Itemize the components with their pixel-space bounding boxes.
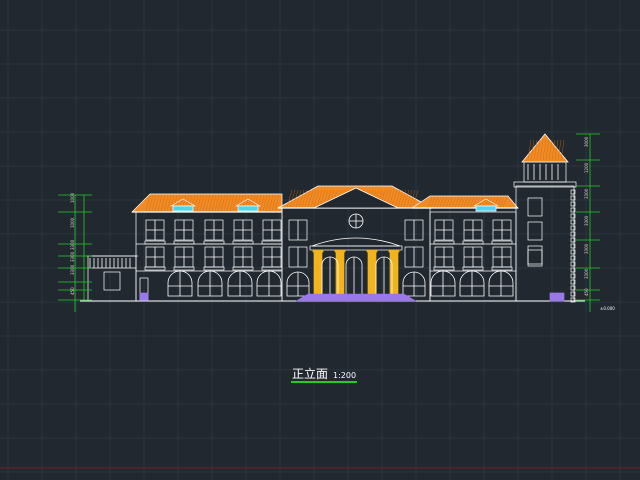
left-dimension-label: 450 [70,287,75,295]
tower-quoin [570,243,576,249]
tower-window-4 [527,249,543,267]
column-capital [334,249,346,253]
dormer-3-window [475,205,497,212]
tower-quoin [570,267,576,273]
right-dimension-label: 450 [584,288,589,296]
tower-quoin [570,273,576,279]
building-elevation [80,133,585,303]
annex-window [103,271,121,291]
tower-quoin [570,291,576,297]
portico-arch [311,237,401,247]
portico-column-3 [367,249,377,297]
tower-quoin [570,219,576,225]
right-wing-col3-sill3 [491,240,513,245]
dormer-1-window [172,205,194,212]
dimension-lines: 1000100033003300330045030001200330033003… [58,133,600,312]
tower-quoin [570,189,576,195]
title-underline [291,381,357,383]
left-wing-roof [131,193,283,213]
portico-column-1 [313,249,323,297]
left-dimension-label: 3300 [70,251,75,262]
left-wing-wall [135,211,283,302]
tower-belvedere [523,161,567,183]
right-wing-col1-sill3 [433,240,455,245]
left-dimension-label: 1000 [70,192,75,203]
left-dimension-label: 3300 [70,239,75,250]
left-dimension-label: 3300 [70,264,75,275]
drawing-title: 正立面 [292,366,328,381]
tower-quoin [570,279,576,285]
entrance-steps [295,293,417,302]
left-wing-col1-sill3 [144,240,166,245]
elevation-drawing: 1000100033003300330045030001200330033003… [0,0,640,480]
tower-wall [515,185,575,302]
tower-window-2 [527,221,543,241]
level-marker-label: ±0.000 [600,306,615,311]
column-capital [366,249,378,253]
tower-quoin [570,237,576,243]
right-dimension-label: 3300 [584,188,589,199]
right-dimension-label: 3300 [584,268,589,279]
portico-column-4 [389,249,399,297]
tower-quoin [570,285,576,291]
left-dimension-label: 1000 [70,217,75,228]
tower-window-1 [527,197,543,217]
right-dimension-label: 3300 [584,243,589,254]
tower-window-3 [527,245,543,265]
drawing-title-block: 正立面 1:200 [291,366,357,383]
right-dimension-label: 3300 [584,215,589,226]
left-wing-col2-sill3 [173,240,195,245]
tower-quoin [570,201,576,207]
tower-quoin [570,213,576,219]
portico-column-2 [335,249,345,297]
tower-quoin [570,207,576,213]
tower-quoin [570,225,576,231]
left-annex-wall [87,255,137,302]
left-wing-col3-sill3 [203,240,225,245]
background-grid [0,0,640,480]
portico-entablature [309,245,403,251]
left-wing-col4-sill3 [232,240,254,245]
tower-quoin [570,255,576,261]
tower-quoin [570,195,576,201]
tower-quoin [570,261,576,267]
annex-base-step [139,292,149,302]
dormer-2-window [237,205,259,212]
right-wing-col2-sill3 [462,240,484,245]
tower-quoin [570,249,576,255]
left-wing-col5-sill3 [261,240,283,245]
drawing-scale: 1:200 [333,371,356,380]
column-capital [312,249,324,253]
tower-base-step [549,292,565,302]
column-capital [388,249,400,253]
right-dimension-label: 1200 [584,162,589,173]
cad-drawing-area[interactable]: 1000 1000 3300 3300 3300 450 3000 1200 3300 3300 3… [0,0,640,480]
right-dimension-label: 3000 [584,136,589,147]
